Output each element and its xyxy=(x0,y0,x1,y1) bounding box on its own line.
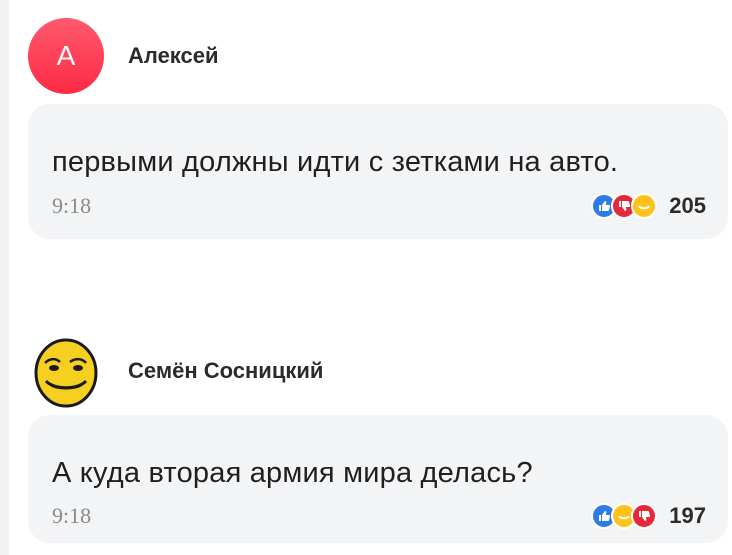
avatar[interactable]: А xyxy=(28,18,104,94)
comment-header: Семён Сосницкий xyxy=(28,333,728,409)
comment-meta: 9:18 205 xyxy=(52,193,706,219)
comment-bubble: первыми должны идти с зетками на авто. 9… xyxy=(28,104,728,239)
comment-text: А куда вторая армия мира делась? xyxy=(52,457,533,489)
comment-item: А Алексей первыми должны идти с зетками … xyxy=(28,18,728,239)
smile-icon xyxy=(631,193,658,219)
author-name[interactable]: Алексей xyxy=(128,43,219,69)
comment-bubble: А куда вторая армия мира делась? 9:18 19… xyxy=(28,415,728,543)
comment-time: 9:18 xyxy=(52,503,92,528)
dislike-icon xyxy=(631,503,658,529)
comment-time: 9:18 xyxy=(52,193,92,218)
comment-meta: 9:18 197 xyxy=(52,503,706,529)
avatar[interactable] xyxy=(28,333,104,409)
reactions-summary[interactable]: 205 xyxy=(591,193,706,219)
left-divider xyxy=(0,0,9,555)
reaction-count: 205 xyxy=(669,193,706,218)
comment-text: первыми должны идти с зетками на авто. xyxy=(52,146,619,178)
avatar-letter: А xyxy=(56,40,76,71)
reaction-count: 197 xyxy=(669,503,706,528)
troll-face-avatar-icon xyxy=(30,335,102,408)
reactions-summary[interactable]: 197 xyxy=(591,503,706,529)
comment-header: А Алексей xyxy=(28,18,728,94)
author-name[interactable]: Семён Сосницкий xyxy=(128,358,323,384)
comment-item: Семён Сосницкий А куда вторая армия мира… xyxy=(28,333,728,543)
